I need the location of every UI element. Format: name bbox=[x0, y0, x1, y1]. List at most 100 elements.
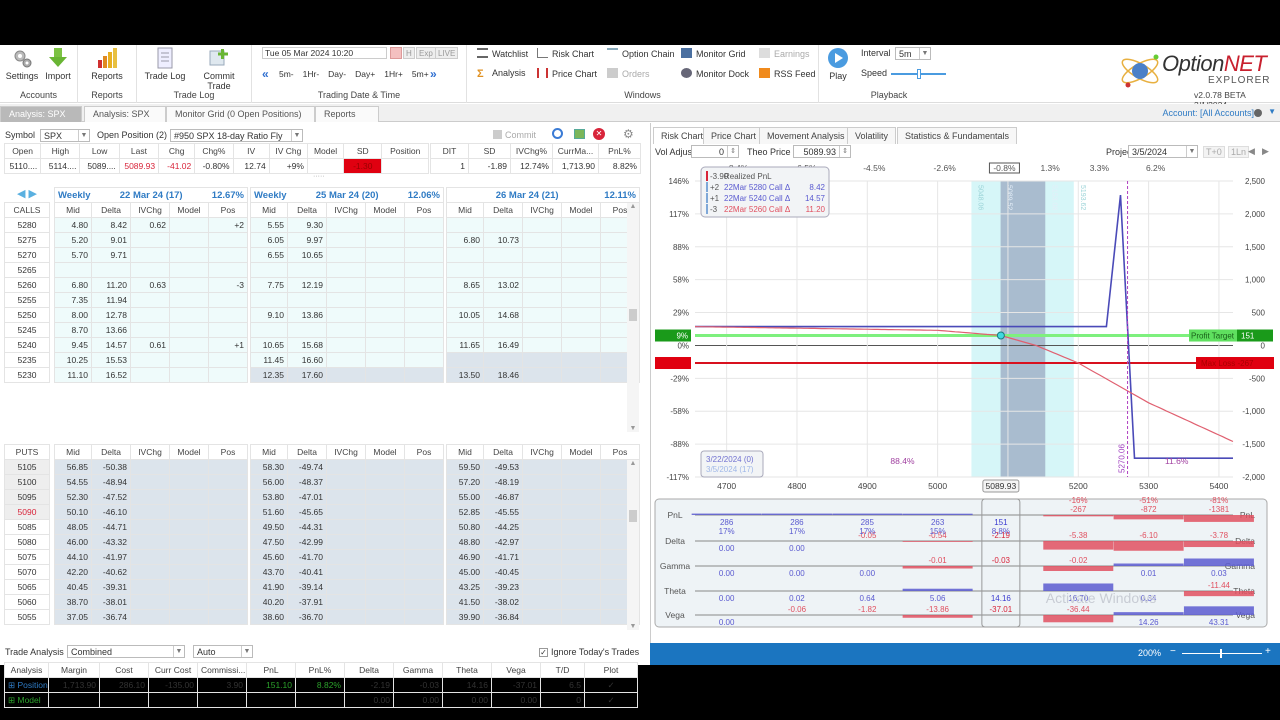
spinner-icon[interactable]: ⇕ bbox=[839, 146, 850, 157]
chain-cell[interactable]: 16.52 bbox=[91, 367, 131, 383]
chain-cell[interactable] bbox=[404, 594, 444, 610]
chain-cell[interactable]: 48.05 bbox=[54, 519, 92, 535]
gear-icon[interactable]: ⚙ bbox=[623, 127, 634, 141]
chain-cell[interactable]: 10.25 bbox=[54, 352, 92, 368]
chain-cell[interactable] bbox=[365, 307, 405, 323]
option-chain-button[interactable]: Option Chain bbox=[607, 48, 675, 59]
chain-cell[interactable]: 59.50 bbox=[446, 459, 484, 475]
chain-cell[interactable] bbox=[130, 534, 170, 550]
chain-row[interactable]: 50.10 -46.10 bbox=[54, 504, 248, 520]
chain-cell[interactable]: 50.10 bbox=[54, 504, 92, 520]
chain-cell[interactable]: 13.02 bbox=[483, 277, 523, 293]
chain-row[interactable]: 11.10 16.52 bbox=[54, 367, 249, 383]
chain-cell[interactable] bbox=[326, 504, 366, 520]
chain-row[interactable]: 47.50 -42.99 bbox=[250, 534, 444, 550]
chain-cell[interactable]: -37.91 bbox=[287, 594, 327, 610]
chain-cell[interactable] bbox=[326, 367, 366, 383]
play-button[interactable]: Play bbox=[819, 47, 857, 81]
column-header[interactable]: Gamma bbox=[393, 662, 443, 678]
chain-cell[interactable] bbox=[365, 232, 405, 248]
chain-cell[interactable] bbox=[326, 459, 366, 475]
chain-cell[interactable] bbox=[561, 579, 601, 595]
chain-cell[interactable]: 15.68 bbox=[287, 337, 327, 353]
chain-cell[interactable]: 37.05 bbox=[54, 609, 92, 625]
chain-row[interactable]: 12.35 17.60 bbox=[250, 367, 445, 383]
chain-row[interactable]: 56.85 -50.38 bbox=[54, 459, 248, 475]
chain-cell[interactable]: -44.25 bbox=[483, 519, 523, 535]
plot-checkbox[interactable]: ✓ bbox=[584, 692, 638, 708]
chain-cell[interactable]: -50.38 bbox=[91, 459, 131, 475]
chain-cell[interactable] bbox=[207, 262, 249, 278]
chain-cell[interactable] bbox=[446, 262, 484, 278]
column-header[interactable]: Model bbox=[365, 444, 405, 460]
chain-cell[interactable] bbox=[130, 262, 170, 278]
chain-cell[interactable]: 6.55 bbox=[250, 247, 288, 263]
projection-prev-icon[interactable]: ◀ bbox=[1248, 146, 1255, 157]
chain-cell[interactable] bbox=[522, 322, 562, 338]
tab-reports[interactable]: Reports bbox=[315, 106, 379, 122]
chain-cell[interactable] bbox=[561, 609, 601, 625]
chain-cell[interactable] bbox=[365, 292, 405, 308]
chain-cell[interactable] bbox=[169, 307, 209, 323]
search-icon[interactable] bbox=[552, 128, 563, 139]
tab-movement-analysis[interactable]: Movement Analysis bbox=[759, 127, 853, 144]
strike-cell[interactable]: 5260 bbox=[4, 277, 50, 293]
step-back-icon[interactable]: « bbox=[262, 67, 269, 81]
chain-cell[interactable] bbox=[561, 534, 601, 550]
chain-cell[interactable]: -41.71 bbox=[483, 549, 523, 565]
chain-cell[interactable] bbox=[326, 594, 366, 610]
chain-cell[interactable] bbox=[522, 232, 562, 248]
chain-cell[interactable] bbox=[208, 564, 248, 580]
chain-cell[interactable] bbox=[130, 459, 170, 475]
strike-cell[interactable]: 5080 bbox=[4, 534, 50, 550]
chain-cell[interactable] bbox=[130, 367, 170, 383]
trade-analysis-mode-select[interactable]: Combined ▼ bbox=[67, 645, 185, 658]
chain-cell[interactable]: 7.75 bbox=[250, 277, 288, 293]
trade-log-button[interactable]: Trade Log bbox=[141, 47, 189, 81]
chain-cell[interactable] bbox=[208, 534, 248, 550]
chain-cell[interactable]: -48.94 bbox=[91, 474, 131, 490]
strike-cell[interactable]: 5280 bbox=[4, 217, 50, 233]
chain-cell[interactable] bbox=[522, 277, 562, 293]
chain-cell[interactable] bbox=[287, 322, 327, 338]
chain-cell[interactable]: 16.60 bbox=[287, 352, 327, 368]
chain-cell[interactable]: 13.50 bbox=[446, 367, 484, 383]
chain-cell[interactable] bbox=[326, 564, 366, 580]
strike-cell[interactable]: 5070 bbox=[4, 564, 50, 580]
chain-cell[interactable]: 17.60 bbox=[287, 367, 327, 383]
chain-cell[interactable]: 8.00 bbox=[54, 307, 92, 323]
chain-cell[interactable]: -39.14 bbox=[287, 579, 327, 595]
chain-cell[interactable]: 43.70 bbox=[250, 564, 288, 580]
chain-cell[interactable] bbox=[522, 367, 562, 383]
chain-row[interactable]: 5.70 9.71 bbox=[54, 247, 249, 263]
column-header[interactable]: Delta bbox=[483, 444, 523, 460]
chain-row[interactable]: 42.20 -40.62 bbox=[54, 564, 248, 580]
chain-cell[interactable] bbox=[403, 262, 445, 278]
chain-cell[interactable]: 18.46 bbox=[483, 367, 523, 383]
chain-cell[interactable] bbox=[207, 292, 249, 308]
chain-cell[interactable] bbox=[169, 579, 209, 595]
column-header[interactable]: Chg bbox=[158, 143, 196, 159]
strike-cell[interactable]: 5275 bbox=[4, 232, 50, 248]
commit-button[interactable]: Commit bbox=[493, 130, 536, 140]
column-header[interactable]: Model bbox=[561, 202, 601, 218]
chain-cell[interactable] bbox=[365, 534, 405, 550]
scroll-down-icon[interactable]: ▼ bbox=[627, 425, 639, 432]
chain-cell[interactable] bbox=[130, 322, 170, 338]
checkbox-checked-icon[interactable]: ✓ bbox=[539, 648, 548, 657]
close-position-icon[interactable]: ✕ bbox=[593, 128, 605, 140]
chain-cell[interactable] bbox=[522, 519, 562, 535]
speed-slider-thumb[interactable] bbox=[917, 69, 921, 79]
chain-cell[interactable] bbox=[54, 262, 92, 278]
chain-cell[interactable] bbox=[130, 307, 170, 323]
chain-cell[interactable]: 13.86 bbox=[287, 307, 327, 323]
chain-cell[interactable] bbox=[403, 352, 445, 368]
chain-cell[interactable] bbox=[522, 594, 562, 610]
chain-cell[interactable] bbox=[522, 262, 562, 278]
puts-scrollbar[interactable]: ▲ ▼ bbox=[627, 460, 639, 630]
chain-cell[interactable] bbox=[561, 367, 601, 383]
current-price-marker[interactable] bbox=[996, 331, 1005, 340]
chain-row[interactable]: 43.25 -39.23 bbox=[446, 579, 640, 595]
scroll-down-icon[interactable]: ▼ bbox=[627, 623, 639, 630]
h-button[interactable]: H bbox=[403, 47, 415, 59]
